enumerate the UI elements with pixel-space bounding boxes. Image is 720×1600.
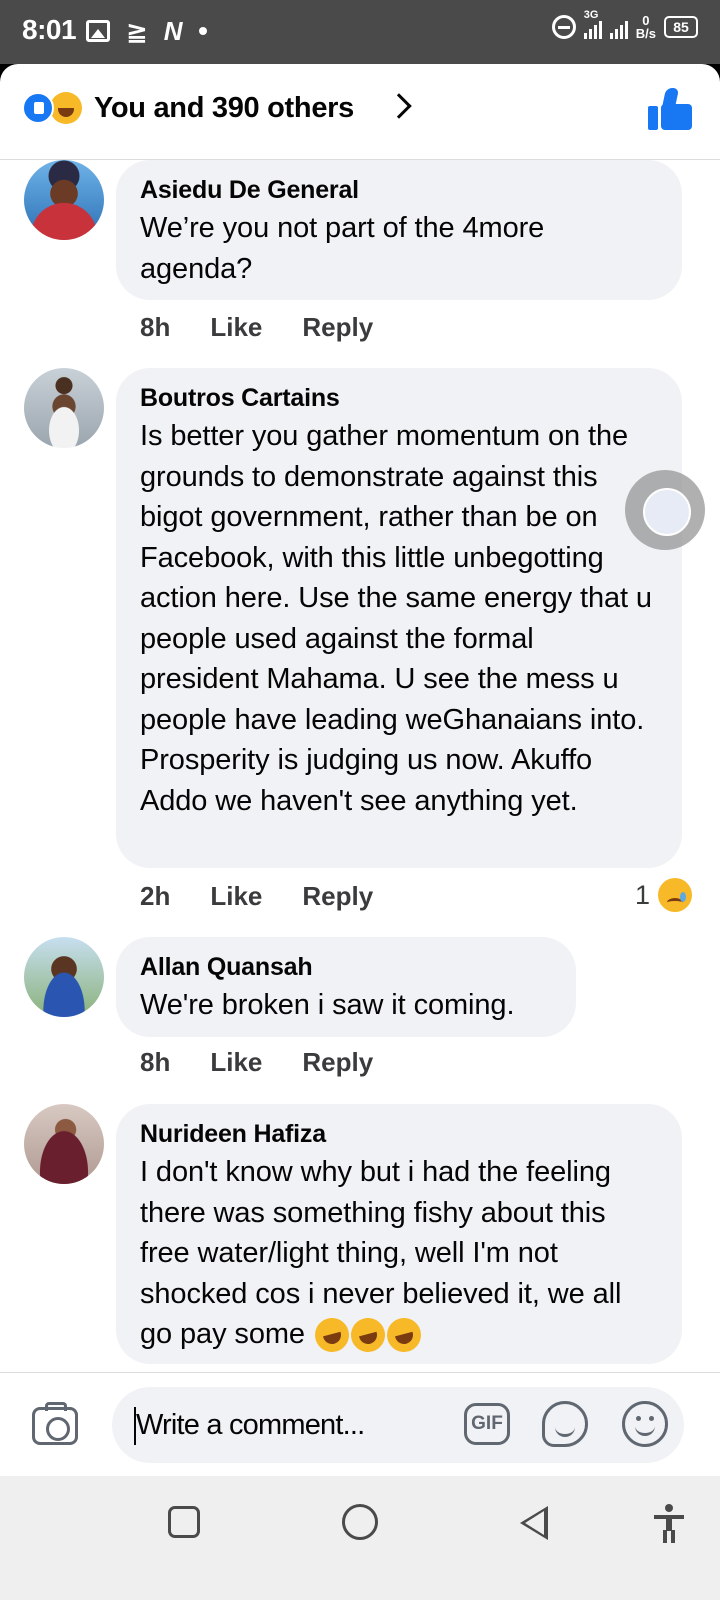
comment-author[interactable]: Asiedu De General [140,176,658,204]
gif-button[interactable]: GIF [464,1403,510,1445]
gallery-icon [86,20,110,42]
comment-input[interactable]: Write a comment... GIF [112,1387,684,1463]
comment-bubble[interactable]: Allan Quansah We're broken i saw it comi… [116,937,576,1037]
notification-icons: ≧ N [86,18,207,44]
comment-time: 2h [140,881,171,911]
home-button[interactable] [342,1504,378,1540]
battery-icon: 85 [664,16,698,38]
comment-bubble[interactable]: Asiedu De General We’re you not part of … [116,160,682,300]
avatar[interactable] [24,160,104,240]
like-link[interactable]: Like [210,881,262,912]
comment-text: I don't know why but i had the feeling t… [140,1152,658,1357]
comment-author[interactable]: Allan Quansah [140,953,552,981]
n-notification-icon: ≧ [126,16,148,46]
comment-bubble[interactable]: Nurideen Hafiza I don't know why but i h… [116,1104,682,1364]
status-right: 3G 0 B/s 85 [551,9,698,40]
laughing-tears-emoji [311,1314,353,1357]
like-link[interactable]: Like [210,312,262,343]
reply-link[interactable]: Reply [302,881,373,912]
comment-actions: 8h Like Reply [140,312,413,343]
reactions-summary[interactable]: You and 390 others [94,92,354,125]
thumbs-up-icon [648,106,658,130]
avatar[interactable] [24,937,104,1017]
accessibility-button[interactable] [654,1504,684,1544]
reaction-count[interactable]: 1 [635,878,692,912]
comment-actions: 8h Like Reply [140,1047,413,1078]
system-nav-bar [0,1476,720,1600]
comment-composer: Write a comment... GIF [0,1372,720,1476]
comments-sheet: You and 390 others Asiedu De General We’… [0,64,720,1504]
comment-text: We're broken i saw it coming. [140,989,515,1021]
laughing-tears-emoji [347,1314,389,1357]
status-bar: 8:01 ≧ N 3G 0 B/s 85 [0,0,720,64]
net-speed: 0 B/s [636,14,656,40]
reactions-header[interactable]: You and 390 others [0,64,720,160]
signal-3g-icon: 3G [583,9,602,39]
back-button[interactable] [520,1506,548,1540]
comment-time: 8h [140,1047,171,1077]
avatar[interactable] [24,368,104,448]
haha-reaction-icon [50,92,82,124]
comment-text: We’re you not part of the 4more agenda? [140,212,545,285]
net-speed-unit: B/s [635,26,656,41]
app-notification-icon: N [163,16,183,46]
comment-author[interactable]: Nurideen Hafiza [140,1120,658,1148]
chevron-right-icon[interactable] [386,93,412,119]
avatar[interactable] [24,1104,104,1184]
comment-input-placeholder[interactable]: Write a comment... [136,1409,365,1442]
reply-link[interactable]: Reply [302,312,373,343]
comment-time: 8h [140,312,171,342]
comment-text-body: I don't know why but i had the feeling t… [140,1156,622,1350]
camera-icon[interactable] [32,1402,78,1445]
comment-author[interactable]: Boutros Cartains [140,384,658,412]
sticker-icon[interactable] [542,1401,588,1447]
sad-reaction-icon [658,878,692,912]
emoji-icon[interactable] [622,1401,668,1447]
status-time: 8:01 [22,14,77,45]
screen-recorder-bubble[interactable] [625,470,705,550]
reply-link[interactable]: Reply [302,1047,373,1078]
do-not-disturb-icon [551,15,576,39]
like-reaction-icon [22,92,54,124]
comment-text: Is better you gather momentum on the gro… [140,420,652,817]
reaction-count-number: 1 [634,879,650,910]
network-type-label: 3G [583,9,599,21]
like-button[interactable] [648,88,692,130]
more-notifications-icon [198,27,207,35]
laughing-tears-emoji [383,1314,425,1357]
signal-icon [609,15,628,39]
recents-button[interactable] [168,1506,200,1538]
like-link[interactable]: Like [210,1047,262,1078]
comment-actions: 2h Like Reply [140,881,413,912]
comment-bubble[interactable]: Boutros Cartains Is better you gather mo… [116,368,682,868]
